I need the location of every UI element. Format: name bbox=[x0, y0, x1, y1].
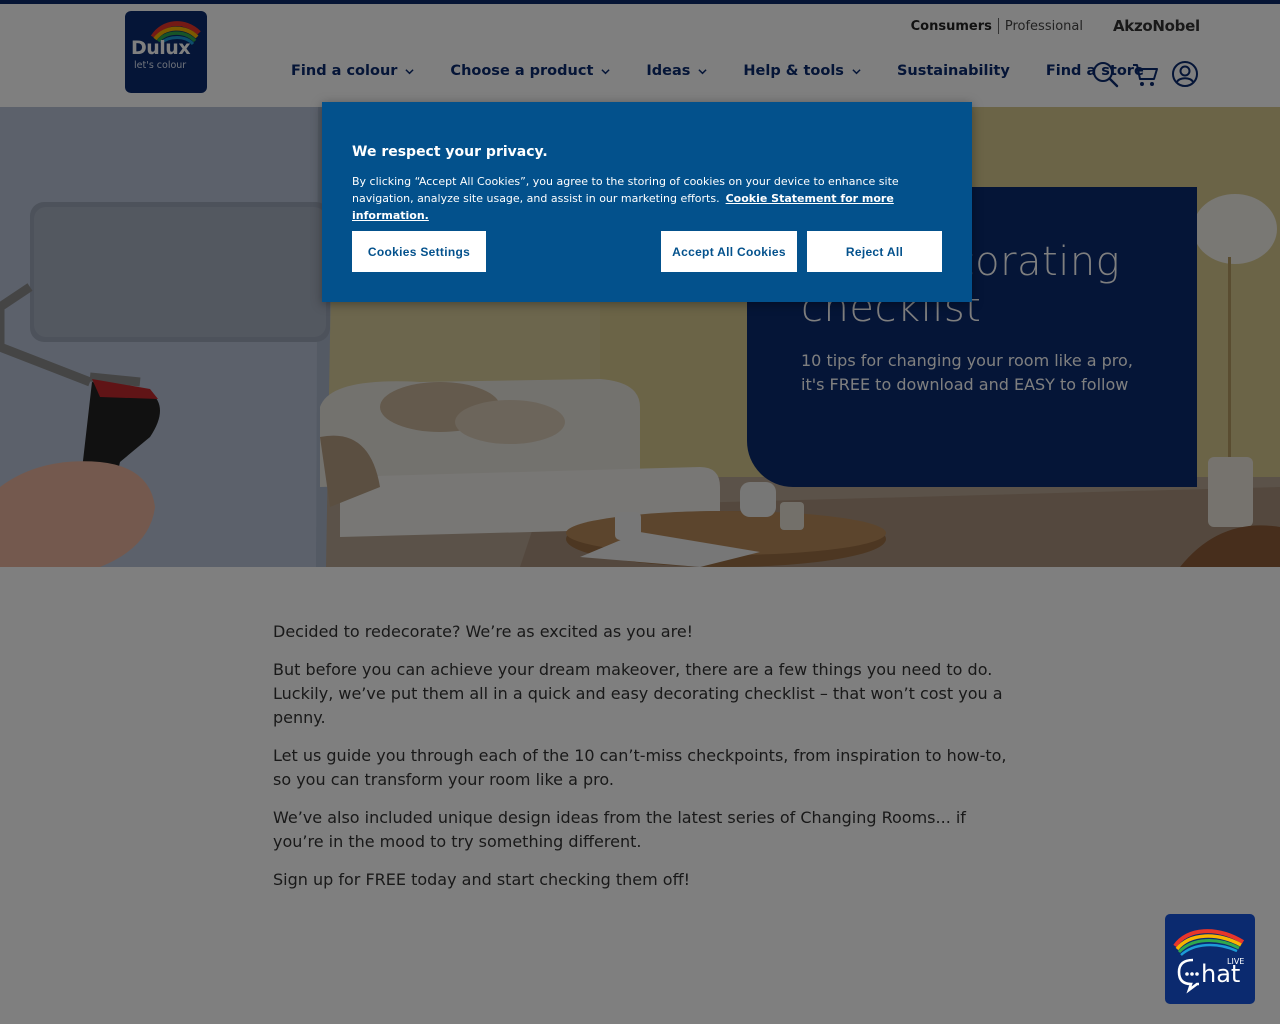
cookies-settings-button[interactable]: Cookies Settings bbox=[352, 231, 486, 272]
accept-all-cookies-button[interactable]: Accept All Cookies bbox=[661, 231, 797, 272]
chat-label: hat bbox=[1201, 960, 1240, 988]
cookie-title: We respect your privacy. bbox=[352, 144, 548, 160]
live-chat-button[interactable]: LIVE hat bbox=[1165, 914, 1255, 1004]
live-chat-icon: LIVE hat bbox=[1173, 929, 1244, 994]
cookie-description: By clicking “Accept All Cookies”, you ag… bbox=[352, 173, 947, 224]
cookie-consent-dialog: We respect your privacy. By clicking “Ac… bbox=[322, 102, 972, 302]
reject-all-button[interactable]: Reject All bbox=[807, 231, 942, 272]
